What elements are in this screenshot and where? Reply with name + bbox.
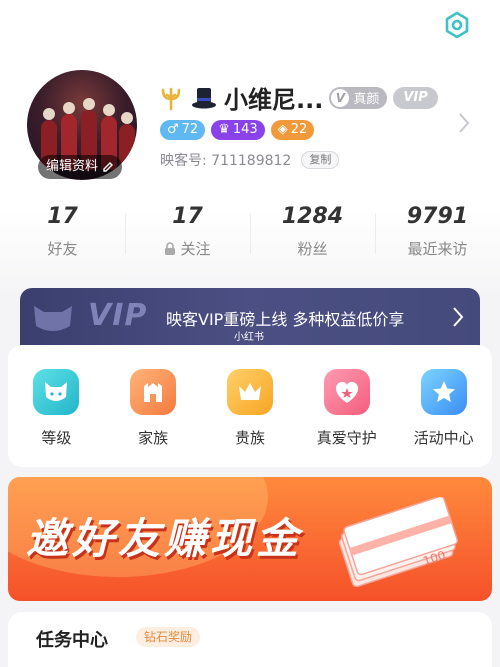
lock-icon (165, 241, 176, 255)
invite-friends-banner[interactable]: 邀好友赚现金 100 (8, 477, 492, 601)
feature-grid: 等级 家族 贵族 真爱守护 活动中心 (8, 345, 492, 467)
vip-banner-message: 映客VIP重磅上线 多种权益低价享 (166, 310, 405, 329)
copy-id-button[interactable]: 复制 (301, 151, 340, 169)
feature-level[interactable]: 等级 (13, 369, 99, 467)
trident-icon (161, 87, 181, 110)
top-hat-icon (192, 87, 216, 108)
stats-row: 17 好友 17 关注 1284 粉丝 9791 最近来访 (0, 200, 500, 270)
cash-icon: 100 (338, 497, 459, 587)
real-face-badge: V 真颜 (329, 86, 388, 109)
user-id: 映客号: 711189812 (160, 153, 292, 169)
castle-icon (130, 369, 177, 415)
id-row: 映客号: 711189812 复制 (160, 150, 340, 170)
crown-icon: ♛ (218, 122, 230, 137)
stat-recent-visitors[interactable]: 9791 最近来访 (375, 200, 500, 270)
cat-icon (34, 306, 72, 331)
chevron-right-icon[interactable] (458, 112, 470, 138)
watermark: 小红书 (234, 332, 264, 343)
stat-fans[interactable]: 1284 粉丝 (250, 200, 375, 270)
task-center[interactable]: 任务中心 钻石奖励 (8, 612, 492, 667)
male-icon: ♂ (167, 122, 179, 137)
vip-badge: VIP (393, 86, 438, 109)
heart-shield-icon (323, 369, 370, 415)
gender-tag: ♂ 72 (160, 120, 206, 140)
stat-following[interactable]: 17 关注 (125, 200, 250, 270)
vip-logo-text: VIP (88, 298, 148, 333)
pencil-icon (103, 162, 114, 172)
edit-profile-label: 编辑资料 (46, 159, 99, 174)
feature-activity-center[interactable]: 活动中心 (401, 369, 487, 467)
crown-icon (226, 369, 273, 415)
v-icon: V (331, 88, 350, 107)
user-tags: ♂ 72 ♛ 143 ◈ 22 (160, 120, 315, 140)
level-tag: ◈ 22 (270, 120, 315, 140)
task-center-title: 任务中心 (36, 630, 108, 651)
edit-profile-button[interactable]: 编辑资料 (38, 155, 123, 179)
star-icon (420, 369, 467, 415)
feature-noble[interactable]: 贵族 (207, 369, 293, 467)
chevron-right-icon (453, 307, 464, 327)
invite-title: 邀好友赚现金 (26, 514, 303, 563)
user-name: 小维尼... (224, 86, 324, 114)
level-icon: ◈ (277, 122, 288, 137)
diamond-reward-badge: 钻石奖励 (136, 627, 201, 647)
stat-friends[interactable]: 17 好友 (0, 200, 125, 270)
cat-face-icon (33, 369, 80, 415)
name-row: 小维尼... V 真颜 VIP (158, 80, 438, 115)
feature-true-love[interactable]: 真爱守护 (304, 369, 390, 467)
settings-icon[interactable] (442, 10, 472, 40)
crown-tag: ♛ 143 (211, 120, 265, 140)
feature-family[interactable]: 家族 (110, 369, 196, 467)
